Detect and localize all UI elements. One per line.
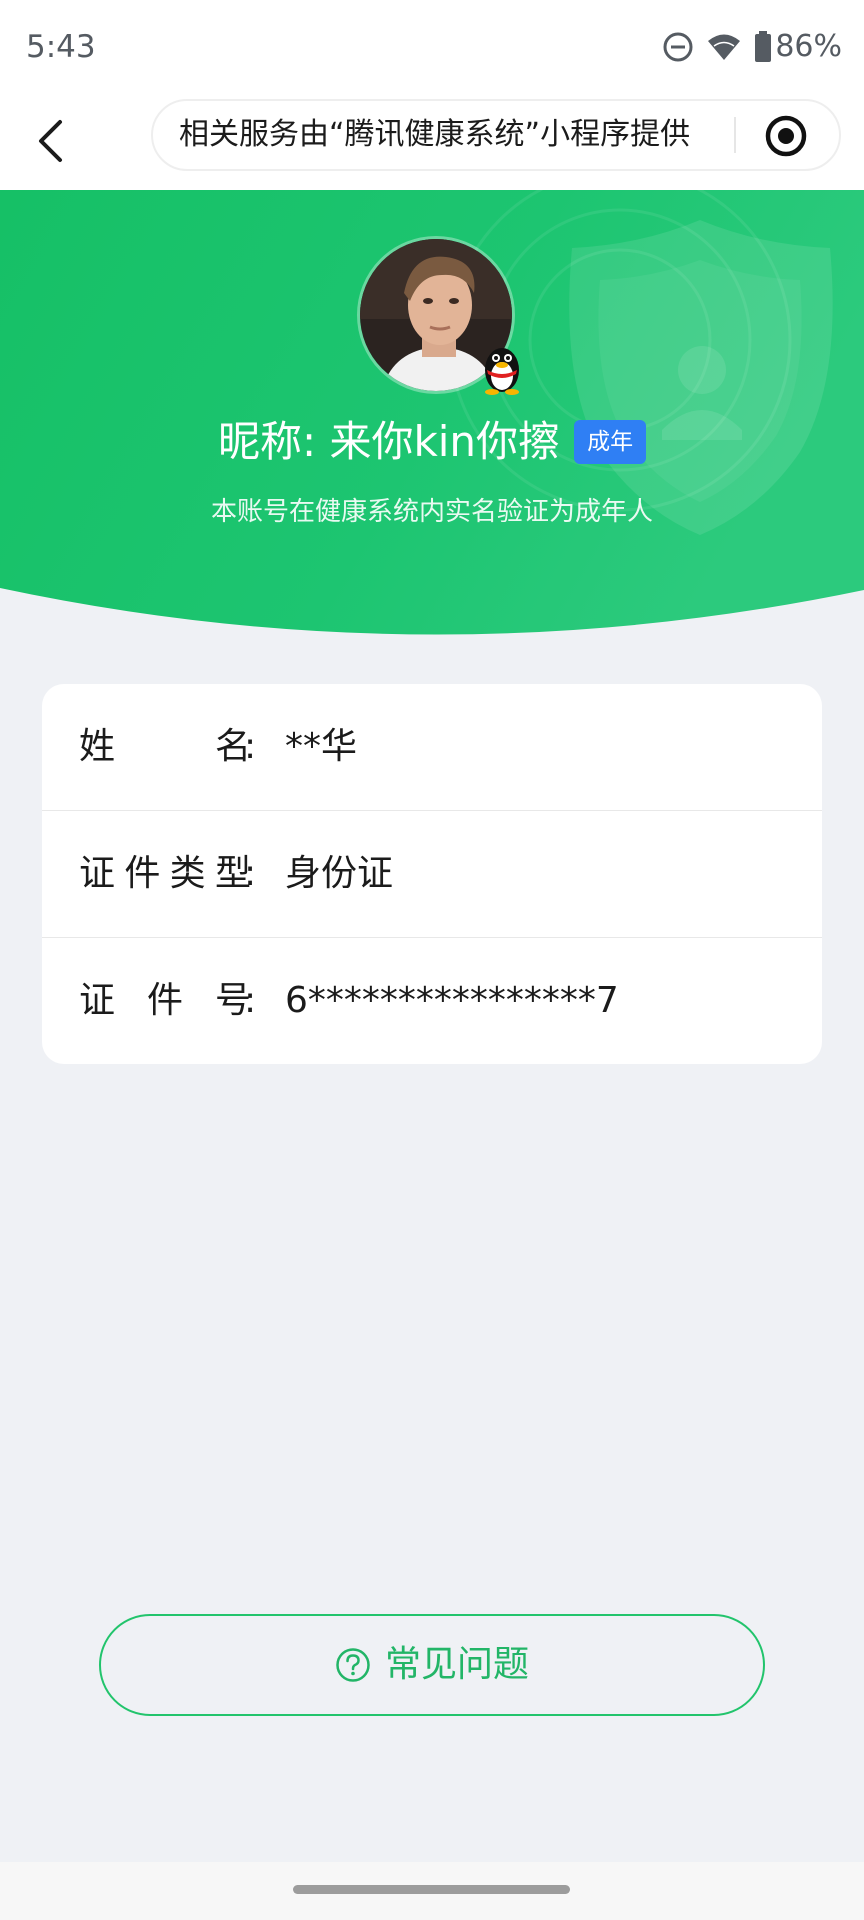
system-nav-bar <box>0 1862 864 1920</box>
age-badge: 成年 <box>574 420 647 464</box>
status-bar: 5:43 86% <box>0 0 864 92</box>
identity-card: 姓名 : **华 证件类型 : 身份证 证件号 : 6*************… <box>42 684 822 1064</box>
info-row-name: 姓名 : **华 <box>42 684 822 810</box>
nickname: 昵称: 来你kin你擦 <box>217 417 561 466</box>
target-icon <box>765 115 807 157</box>
chevron-left-icon <box>39 120 62 162</box>
do-not-disturb-icon <box>663 32 693 62</box>
info-colon: : <box>244 980 257 1021</box>
nav-bar: 相关服务由“腾讯健康系统”小程序提供 <box>0 92 864 190</box>
info-row-id-type: 证件类型 : 身份证 <box>42 811 822 937</box>
status-time: 5:43 <box>26 29 96 65</box>
info-label: 证件类型 <box>79 853 251 894</box>
status-icons: 86% <box>650 27 842 67</box>
verification-subtitle: 本账号在健康系统内实名验证为成年人 <box>210 497 653 527</box>
faq-button[interactable]: 常见问题 <box>99 1614 765 1716</box>
pill-divider <box>734 117 736 153</box>
info-colon: : <box>244 853 257 894</box>
battery-percent: 86% <box>775 29 842 64</box>
back-button[interactable] <box>24 110 78 172</box>
faq-label: 常见问题 <box>384 1644 529 1685</box>
service-provider-text: 相关服务由“腾讯健康系统”小程序提供 <box>179 117 691 152</box>
target-button[interactable] <box>763 113 809 159</box>
qq-penguin-icon <box>485 348 519 395</box>
info-colon: : <box>244 726 257 767</box>
nickname-row: 昵称: 来你kin你擦 成年 <box>0 414 864 470</box>
home-indicator[interactable] <box>293 1885 570 1894</box>
info-value: **华 <box>285 726 358 767</box>
info-row-id-number: 证件号 : 6****************7 <box>42 938 822 1064</box>
battery-icon <box>755 31 772 62</box>
question-circle-icon <box>336 1648 370 1682</box>
profile-header: 昵称: 来你kin你擦 成年 本账号在健康系统内实名验证为成年人 <box>0 190 864 640</box>
info-label: 姓名 <box>79 726 251 767</box>
wifi-icon <box>708 34 741 60</box>
info-label: 证件号 <box>79 980 251 1021</box>
service-provider-pill[interactable]: 相关服务由“腾讯健康系统”小程序提供 <box>151 99 841 171</box>
info-value: 6****************7 <box>285 980 619 1021</box>
info-value: 身份证 <box>285 853 394 894</box>
